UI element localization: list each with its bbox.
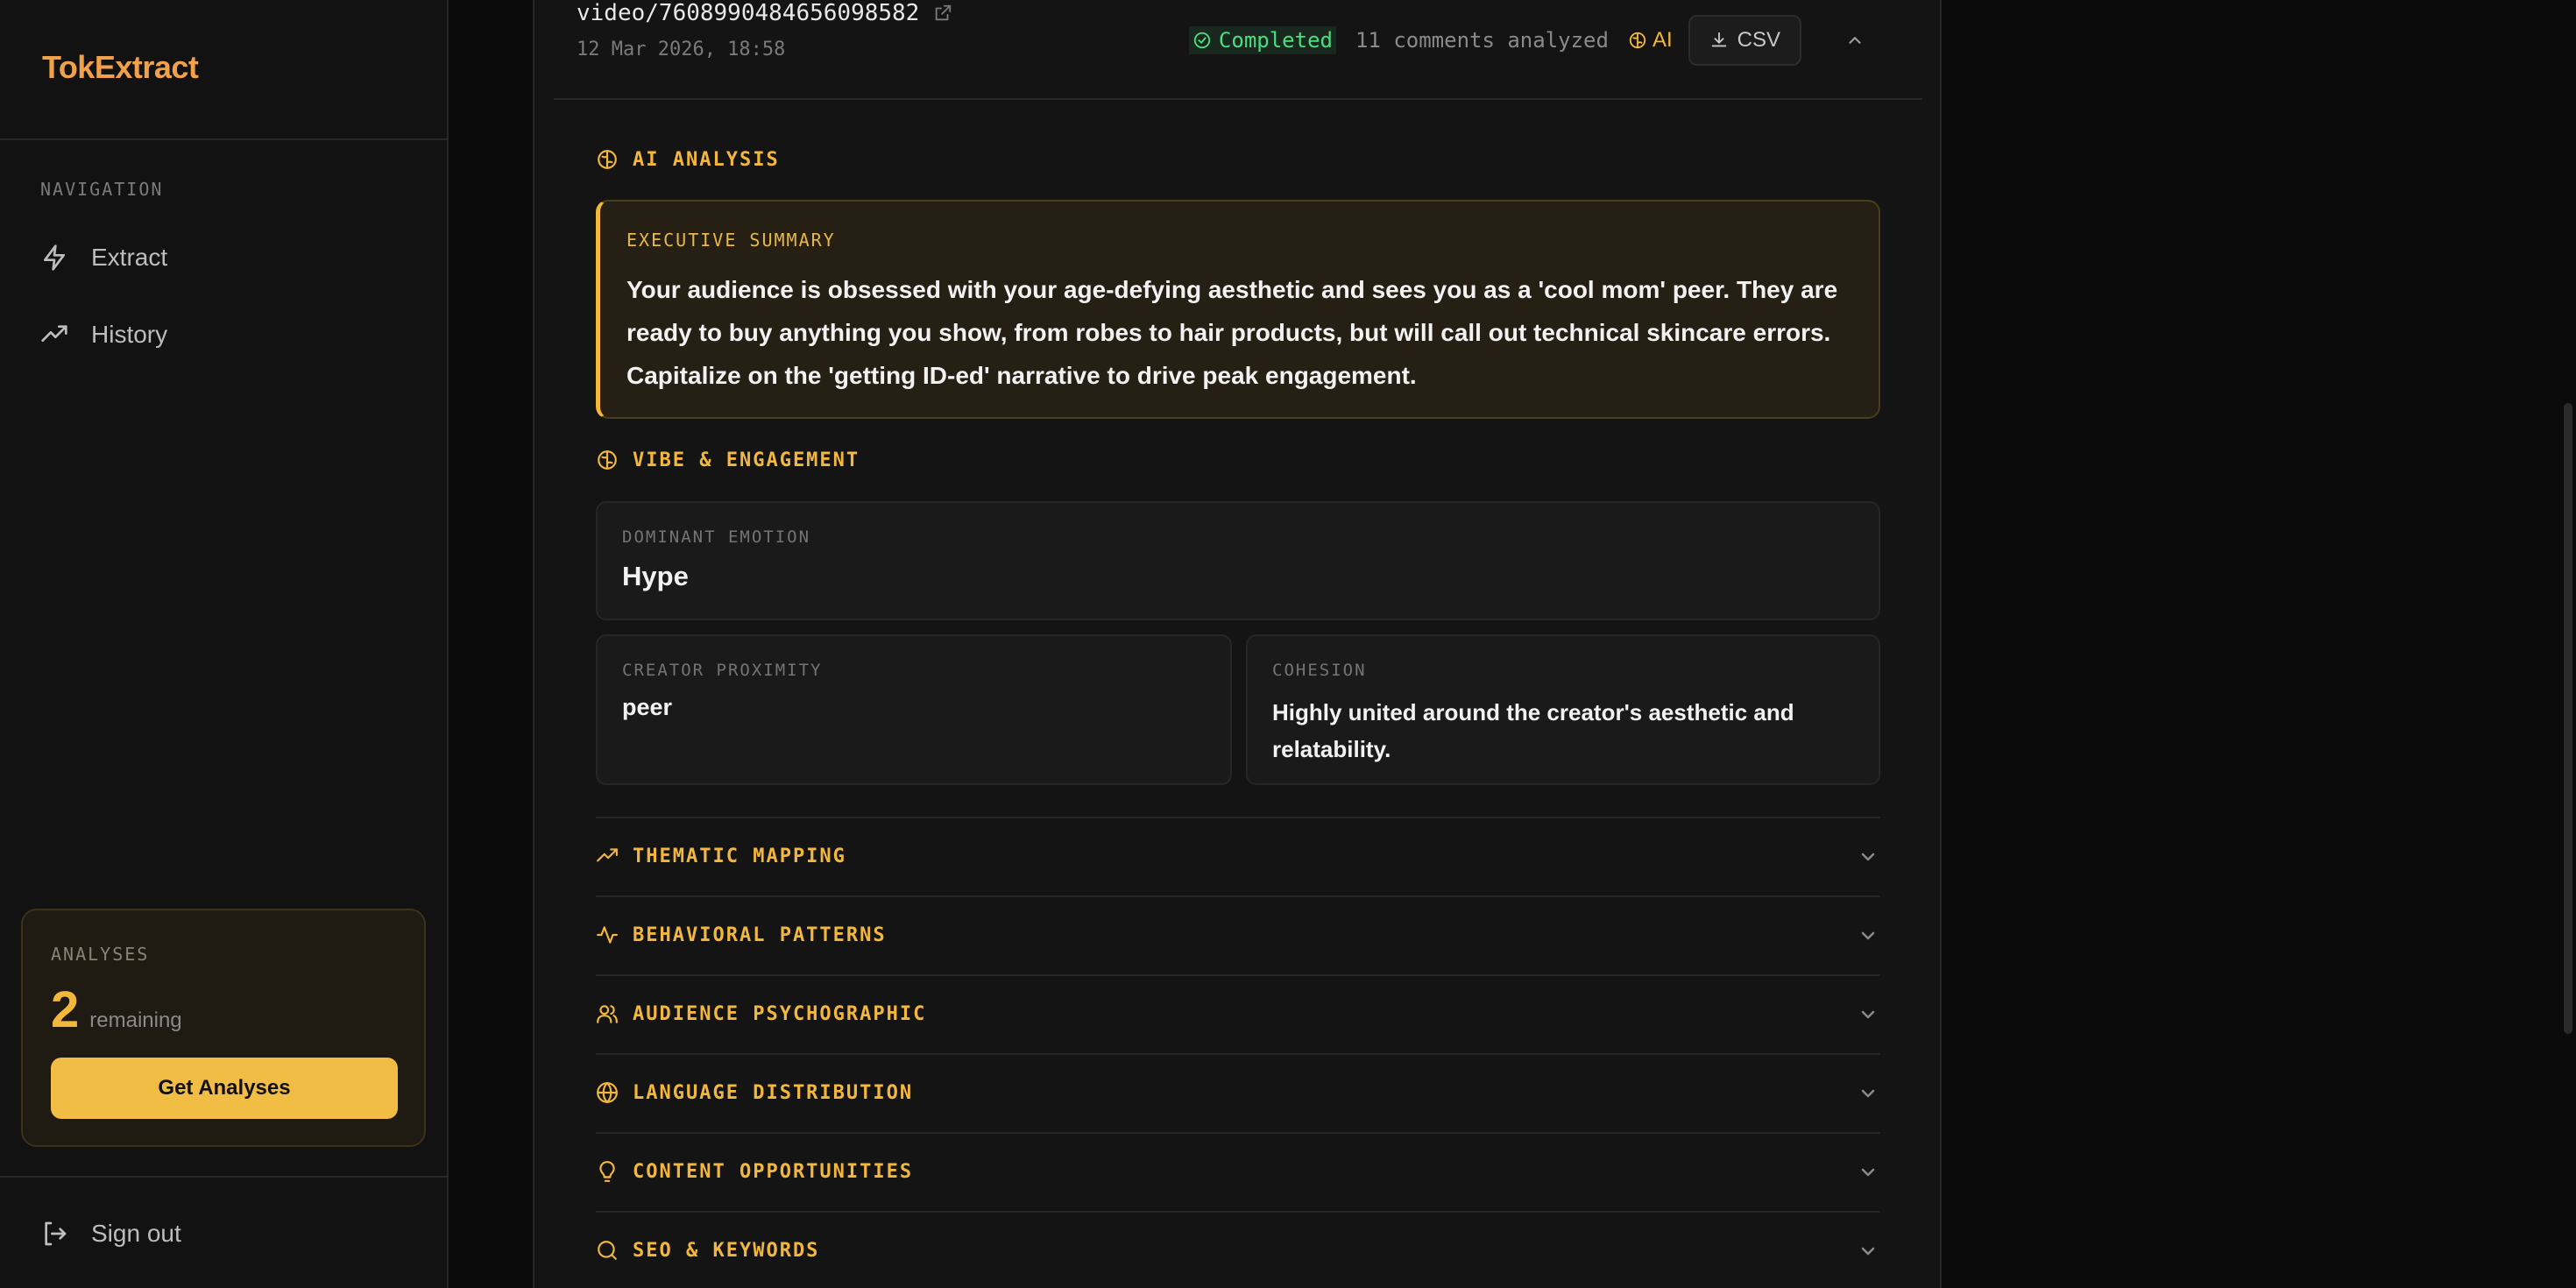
brain-icon [598,450,617,470]
accordion-label: AUDIENCE PSYCHOGRAPHIC [633,1002,927,1025]
video-link[interactable]: video/7608990484656098582 [577,0,952,26]
accordion-title: AUDIENCE PSYCHOGRAPHIC [596,1002,926,1025]
sidebar-divider [0,1176,447,1178]
comments-count: 11 comments analyzed [1355,28,1609,53]
chevron-down-icon [1861,1247,1875,1256]
credits-count: 2 remaining [51,980,182,1039]
executive-summary: EXECUTIVE SUMMARY Your audience is obses… [596,200,1880,419]
dominant-emotion-label: DOMINANT EMOTION [622,527,811,547]
chevron-down-icon [1861,1010,1875,1019]
ai-label: AI [1652,28,1673,52]
get-analyses-button[interactable]: Get Analyses [51,1058,398,1119]
credits-panel: ANALYSES 2 remaining Get Analyses [21,909,426,1147]
sign-out-label: Sign out [91,1220,181,1247]
external-link-icon [936,4,952,21]
card-header: video/7608990484656098582 12 Mar 2026, 1… [554,0,1922,100]
credits-label: ANALYSES [51,944,150,965]
users-icon [597,1005,618,1023]
dominant-emotion-card: DOMINANT EMOTION Hype [596,501,1880,620]
export-csv-button[interactable]: CSV [1688,15,1801,66]
accordion-content-opportunities[interactable]: CONTENT OPPORTUNITIES [596,1132,1880,1211]
sidebar-item-history[interactable]: History [40,310,167,359]
brain-icon [1629,32,1646,49]
status-badge: Completed [1188,26,1336,54]
chevron-down-icon [1861,1089,1875,1098]
accordion-thematic-mapping[interactable]: THEMATIC MAPPING [596,817,1880,895]
analysis-card: video/7608990484656098582 12 Mar 2026, 1… [533,0,1942,1288]
cohesion-card: COHESION Highly united around the creato… [1246,634,1880,785]
accordion-label: SEO & KEYWORDS [633,1239,820,1262]
sidebar-item-label: History [91,321,168,348]
trending-up-icon [41,325,67,342]
globe-icon [597,1081,618,1104]
accordion-title: CONTENT OPPORTUNITIES [596,1160,913,1183]
creator-proximity-label: CREATOR PROXIMITY [622,661,823,680]
cohesion-label: COHESION [1272,661,1367,680]
accordion-behavioral-patterns[interactable]: BEHAVIORAL PATTERNS [596,895,1880,974]
csv-label: CSV [1737,28,1780,52]
lightbulb-icon [599,1161,615,1182]
sign-out-button[interactable]: Sign out [40,1209,181,1258]
logout-icon [45,1221,67,1246]
section-label: AI ANALYSIS [633,148,780,171]
sidebar: TokExtract NAVIGATION Extract History AN… [0,0,449,1288]
accordion-title: THEMATIC MAPPING [596,845,846,867]
chevron-down-icon [1861,853,1875,861]
nav-section-title: NAVIGATION [40,179,164,200]
accordion-label: THEMATIC MAPPING [633,845,846,867]
page-scrollbar[interactable] [2564,403,2572,1034]
cohesion-value: Highly united around the creator's aesth… [1272,699,1794,762]
chevron-up-icon [1849,37,1861,44]
bolt-icon [44,244,65,271]
creator-proximity-card: CREATOR PROXIMITY peer [596,634,1232,785]
accordion-label: BEHAVIORAL PATTERNS [633,924,887,946]
vibe-engagement-title: VIBE & ENGAGEMENT [596,449,860,471]
status-label: Completed [1218,28,1333,53]
brand-logo[interactable]: TokExtract [42,49,199,86]
brain-icon [598,150,617,169]
chevron-down-icon [1861,931,1875,940]
section-label: VIBE & ENGAGEMENT [633,449,860,471]
activity-icon [597,926,618,944]
chevron-down-icon [1861,1168,1875,1177]
accordion-title: SEO & KEYWORDS [596,1239,819,1262]
credits-suffix: remaining [89,1008,182,1032]
ai-badge: AI [1628,28,1673,53]
search-icon [598,1241,617,1260]
executive-summary-text: Your audience is obsessed with your age-… [626,276,1838,389]
dominant-emotion-value: Hype [622,561,689,591]
download-icon [1711,32,1726,47]
accordion-label: LANGUAGE DISTRIBUTION [633,1081,914,1104]
accordion-audience-psychographic[interactable]: AUDIENCE PSYCHOGRAPHIC [596,974,1880,1053]
analysis-date: 12 Mar 2026, 18:58 [577,39,786,60]
accordion-label: CONTENT OPPORTUNITIES [633,1160,914,1183]
credits-number: 2 [51,981,80,1038]
sidebar-item-extract[interactable]: Extract [40,233,167,282]
sidebar-divider [0,138,447,140]
accordion-language-distribution[interactable]: LANGUAGE DISTRIBUTION [596,1053,1880,1132]
header-actions: Completed 11 comments analyzed AI CSV [1188,14,1880,67]
accordion-title: LANGUAGE DISTRIBUTION [596,1081,913,1104]
executive-summary-label: EXECUTIVE SUMMARY [626,230,836,251]
trending-up-icon [597,848,618,862]
sidebar-item-label: Extract [91,244,168,271]
video-id: video/7608990484656098582 [577,0,920,26]
accordion-seo-keywords[interactable]: SEO & KEYWORDS [596,1211,1880,1288]
ai-analysis-title: AI ANALYSIS [596,148,780,171]
check-circle-icon [1193,32,1211,49]
collapse-button[interactable] [1829,15,1880,66]
creator-proximity-value: peer [622,694,673,720]
accordion-title: BEHAVIORAL PATTERNS [596,924,887,946]
